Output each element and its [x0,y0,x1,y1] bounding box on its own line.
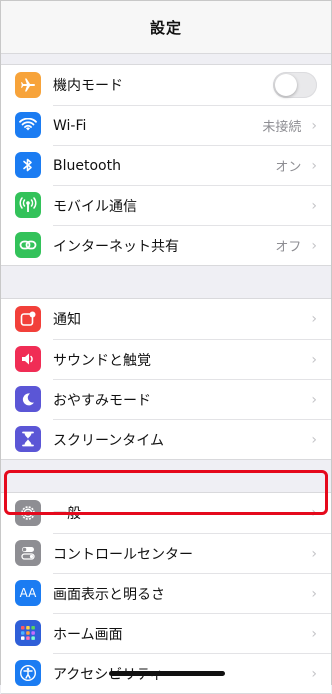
row-label: サウンドと触覚 [53,352,151,369]
wifi-status: 未接続 [262,120,302,135]
notification-icon [15,306,41,332]
settings-group-general: 一般 › コントロールセンター › AA 画面表示と明るさ › ホーム画面 › … [1,492,331,694]
chevron-right-icon: › [311,311,317,327]
settings-group-notifications: 通知 › サウンドと触覚 › おやすみモード › スクリーンタイム › [1,298,331,460]
row-home-screen[interactable]: ホーム画面 › [1,613,331,653]
toggle-knob [275,74,297,96]
hotspot-status: オフ [275,240,302,255]
row-notifications[interactable]: 通知 › [1,299,331,339]
row-general[interactable]: 一般 › [1,493,331,533]
row-label: コントロールセンター [53,546,193,563]
row-label: モバイル通信 [53,198,137,215]
accessibility-icon [15,660,41,686]
chevron-right-icon: › [311,505,317,521]
airplane-mode-toggle[interactable] [273,72,317,98]
row-label: スクリーンタイム [53,432,165,449]
row-label: 画面表示と明るさ [53,586,165,603]
moon-icon [15,386,41,412]
bluetooth-icon [15,152,41,178]
text-size-icon: AA [15,580,41,606]
chevron-right-icon: › [311,585,317,602]
chevron-right-icon: › [311,431,317,448]
bluetooth-status: オン [275,160,302,175]
row-label: 一般 [53,506,81,522]
row-label: Bluetooth [53,157,121,174]
row-label: インターネット共有 [53,238,179,255]
row-airplane-mode[interactable]: 機内モード [1,65,331,105]
speaker-icon [15,346,41,372]
row-sounds-haptics[interactable]: サウンドと触覚 › [1,339,331,379]
row-label: ホーム画面 [53,626,123,643]
chevron-right-icon: › [311,391,317,408]
wifi-icon [15,112,41,138]
antenna-icon [15,192,41,218]
row-screen-time[interactable]: スクリーンタイム › [1,419,331,459]
nav-header: 設定 [1,1,331,54]
row-label: 通知 [53,312,81,328]
airplane-icon [15,72,41,98]
link-icon [15,232,41,258]
chevron-right-icon: › [311,625,317,642]
chevron-right-icon: › [311,351,317,368]
row-label: おやすみモード [53,392,151,409]
hourglass-icon [15,426,41,452]
app-grid-icon [15,620,41,646]
chevron-right-icon: › [311,117,317,134]
gear-icon [15,500,41,526]
row-wifi[interactable]: Wi-Fi 未接続 › [1,105,331,145]
row-cellular[interactable]: モバイル通信 › [1,185,331,225]
page-title: 設定 [149,18,182,37]
chevron-right-icon: › [311,545,317,562]
home-indicator[interactable] [109,671,225,676]
row-bluetooth[interactable]: Bluetooth オン › [1,145,331,185]
row-label: Wi-Fi [53,117,87,134]
row-personal-hotspot[interactable]: インターネット共有 オフ › [1,225,331,265]
row-do-not-disturb[interactable]: おやすみモード › [1,379,331,419]
chevron-right-icon: › [311,197,317,214]
row-control-center[interactable]: コントロールセンター › [1,533,331,573]
text-size-glyph: AA [19,586,37,600]
row-display-brightness[interactable]: AA 画面表示と明るさ › [1,573,331,613]
chevron-right-icon: › [311,237,317,254]
settings-group-connectivity: 機内モード Wi-Fi 未接続 › Bluetooth オン › モバイル通信 … [1,64,331,266]
chevron-right-icon: › [311,157,317,174]
switches-icon [15,540,41,566]
row-label: 機内モード [53,78,123,94]
chevron-right-icon: › [311,665,317,682]
